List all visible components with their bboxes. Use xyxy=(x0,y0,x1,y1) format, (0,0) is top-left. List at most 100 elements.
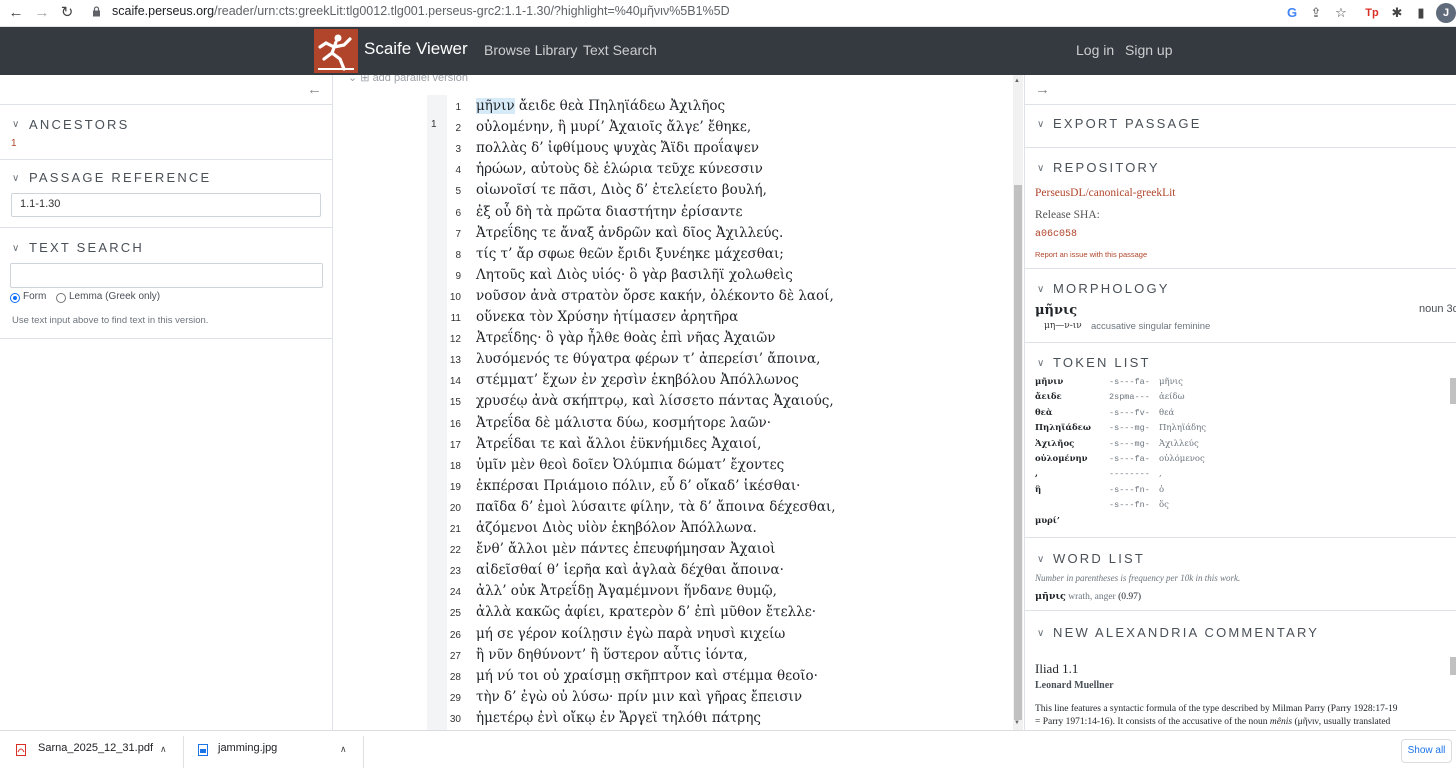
back-icon[interactable]: ← xyxy=(6,3,26,23)
token-row[interactable]: θεὰ -s---fv-θεά xyxy=(1025,408,1445,423)
line-number[interactable]: 4 xyxy=(429,165,461,176)
scaife-logo-icon[interactable] xyxy=(314,29,358,73)
chevron-up-icon[interactable]: ∧ xyxy=(340,744,347,755)
chevron-up-icon[interactable]: ∧ xyxy=(160,744,167,755)
line-number[interactable]: 17 xyxy=(429,440,461,451)
greek-line-text[interactable]: Λητοῦς καὶ Διὸς υἱός· ὃ γὰρ βασιλῆϊ χολω… xyxy=(476,267,793,283)
line-number[interactable]: 7 xyxy=(429,229,461,240)
passage-reference-heading[interactable]: PASSAGE REFERENCE xyxy=(29,170,211,185)
chevron-down-icon[interactable]: ∨ xyxy=(1037,163,1044,174)
line-number[interactable]: 19 xyxy=(429,482,461,493)
add-parallel-version[interactable]: ⌄ ⊞ add parallel version xyxy=(348,75,468,84)
greek-line-text[interactable]: ἐξ οὗ δὴ τὰ πρῶτα διαστήτην ἐρίσαντε xyxy=(476,204,743,220)
morphology-heading[interactable]: MORPHOLOGY xyxy=(1053,281,1170,296)
line-number[interactable]: 30 xyxy=(429,714,461,725)
token-row[interactable]: -s---fn-ὅς xyxy=(1025,500,1445,515)
greek-line-text[interactable]: χρυσέῳ ἀνὰ σκήπτρῳ, καὶ λίσσετο πάντας Ἀ… xyxy=(476,393,834,409)
greek-line-text[interactable]: μῆνιν ἄειδε θεὰ Πηληϊάδεω Ἀχιλῆος xyxy=(476,98,725,114)
greek-line-text[interactable]: οἰωνοῖσί τε πᾶσι, Διὸς δ’ ἐτελείετο βουλ… xyxy=(476,182,767,198)
token-list-scrollbar[interactable] xyxy=(1450,378,1456,404)
greek-line-text[interactable]: ἀλλ’ οὐκ Ἀτρεΐδῃ Ἀγαμέμνονι ἥνδανε θυμῷ, xyxy=(476,583,777,599)
line-number[interactable]: 25 xyxy=(429,608,461,619)
greek-line-text[interactable]: ἡρώων, αὐτοὺς δὲ ἑλώρια τεῦχε κύνεσσιν xyxy=(476,161,763,177)
line-number[interactable]: 23 xyxy=(429,566,461,577)
line-number[interactable]: 14 xyxy=(429,376,461,387)
collapse-right-arrow-icon[interactable]: → xyxy=(1035,81,1050,98)
greek-line-text[interactable]: ἡμετέρῳ ἐνὶ οἴκῳ ἐν Ἄργεϊ τηλόθι πάτρης xyxy=(476,710,761,726)
greek-line-text[interactable]: οὐλομένην, ἣ μυρί’ Ἀχαιοῖς ἄλγε’ ἔθηκε, xyxy=(476,119,751,135)
scroll-up-icon[interactable]: ▲ xyxy=(1014,78,1020,84)
line-number[interactable]: 12 xyxy=(429,334,461,345)
line-number[interactable]: 11 xyxy=(429,313,461,324)
signup-link[interactable]: Sign up xyxy=(1125,42,1172,58)
extension-tp-icon[interactable]: Tp xyxy=(1363,4,1381,22)
line-number[interactable]: 24 xyxy=(429,587,461,598)
token-row[interactable]: , --------, xyxy=(1025,469,1445,484)
chevron-down-icon[interactable]: ∨ xyxy=(1037,628,1044,639)
commentary-heading[interactable]: NEW ALEXANDRIA COMMENTARY xyxy=(1053,625,1319,640)
line-number[interactable]: 3 xyxy=(429,144,461,155)
show-all-button[interactable]: Show all xyxy=(1401,739,1452,763)
ancestors-heading[interactable]: ANCESTORS xyxy=(29,117,129,132)
line-number[interactable]: 15 xyxy=(429,397,461,408)
token-row[interactable]: μῆνιν -s---fa-μῆνις xyxy=(1025,377,1445,392)
greek-line-text[interactable]: πολλὰς δ’ ἰφθίμους ψυχὰς Ἄϊδι προΐαψεν xyxy=(476,140,759,156)
export-passage-heading[interactable]: EXPORT PASSAGE xyxy=(1053,116,1202,131)
share-icon[interactable]: ⇪ xyxy=(1307,4,1325,22)
line-number[interactable]: 5 xyxy=(429,186,461,197)
line-number[interactable]: 10 xyxy=(429,292,461,303)
report-issue-link[interactable]: Report an issue with this passage xyxy=(1035,250,1147,259)
line-number[interactable]: 8 xyxy=(429,250,461,261)
line-number[interactable]: 18 xyxy=(429,461,461,472)
chevron-down-icon[interactable]: ∨ xyxy=(1037,119,1044,130)
greek-line-text[interactable]: ἀλλὰ κακῶς ἀφίει, κρατερὸν δ’ ἐπὶ μῦθον … xyxy=(476,604,816,620)
brand-title[interactable]: Scaife Viewer xyxy=(364,39,468,59)
reload-icon[interactable]: ↻ xyxy=(57,3,77,23)
passage-reference-input[interactable]: 1.1-1.30 xyxy=(11,193,321,217)
greek-line-text[interactable]: μή σε γέρον κοίλῃσιν ἐγὼ παρὰ νηυσὶ κιχε… xyxy=(476,626,785,642)
collapse-left-arrow-icon[interactable]: ← xyxy=(307,81,322,98)
greek-line-text[interactable]: στέμματ’ ἔχων ἐν χερσὶν ἑκηβόλου Ἀπόλλων… xyxy=(476,372,799,388)
greek-line-text[interactable]: μή νύ τοι οὐ χραίσμῃ σκῆπτρον καὶ στέμμα… xyxy=(476,668,818,684)
greek-line-text[interactable]: οὕνεκα τὸν Χρύσην ἠτίμασεν ἀρητῆρα xyxy=(476,309,738,325)
chevron-down-icon[interactable]: ∨ xyxy=(1037,554,1044,565)
lock-icon[interactable] xyxy=(92,6,101,17)
line-number[interactable]: 21 xyxy=(429,524,461,535)
line-number[interactable]: 9 xyxy=(429,271,461,282)
extensions-icon[interactable]: ✱ xyxy=(1388,4,1406,22)
google-icon[interactable]: G xyxy=(1283,4,1301,22)
greek-line-text[interactable]: τὴν δ’ ἐγὼ οὐ λύσω· πρίν μιν καὶ γῆρας ἔ… xyxy=(476,689,802,705)
sidepanel-icon[interactable]: ▮ xyxy=(1412,4,1430,22)
greek-line-text[interactable]: ὑμῖν μὲν θεοὶ δοῖεν Ὀλύμπια δώματ’ ἔχοντ… xyxy=(476,457,784,473)
line-number[interactable]: 16 xyxy=(429,419,461,430)
token-list-heading[interactable]: TOKEN LIST xyxy=(1053,355,1151,370)
greek-line-text[interactable]: Ἀτρεΐδα δὲ μάλιστα δύω, κοσμήτορε λαῶν· xyxy=(476,415,771,431)
nav-browse-library[interactable]: Browse Library xyxy=(484,42,577,58)
chevron-down-icon[interactable]: ∨ xyxy=(12,243,19,254)
chevron-down-icon[interactable]: ∨ xyxy=(12,173,19,184)
greek-line-text[interactable]: αἰδεῖσθαί θ’ ἱερῆα καὶ ἀγλαὰ δέχθαι ἄποι… xyxy=(476,562,784,578)
star-icon[interactable]: ☆ xyxy=(1332,4,1350,22)
greek-line-text[interactable]: Ἀτρεΐδης· ὃ γὰρ ἦλθε θοὰς ἐπὶ νῆας Ἀχαιῶ… xyxy=(476,330,775,346)
line-number[interactable]: 26 xyxy=(429,630,461,641)
text-search-heading[interactable]: TEXT SEARCH xyxy=(29,240,144,255)
line-number[interactable]: 13 xyxy=(429,355,461,366)
token-row[interactable]: ἄειδε 2spma--- ἀείδω xyxy=(1025,392,1445,407)
profile-avatar[interactable]: J xyxy=(1436,3,1456,23)
greek-line-text[interactable]: Ἀτρεΐδης τε ἄναξ ἀνδρῶν καὶ δῖος Ἀχιλλεύ… xyxy=(476,225,783,241)
repository-heading[interactable]: REPOSITORY xyxy=(1053,160,1160,175)
repository-link[interactable]: PerseusDL/canonical-greekLit xyxy=(1035,187,1176,199)
nav-text-search[interactable]: Text Search xyxy=(583,42,657,58)
chevron-down-icon[interactable]: ∨ xyxy=(1037,284,1044,295)
token-row[interactable]: Πηληϊάδεω -s---mg- Πηληϊάδης xyxy=(1025,423,1445,438)
scroll-down-icon[interactable]: ▼ xyxy=(1014,720,1020,726)
greek-line-text[interactable]: παῖδα δ’ ἐμοὶ λύσαιτε φίλην, τὰ δ’ ἄποιν… xyxy=(476,499,836,515)
commentary-scrollbar[interactable] xyxy=(1450,657,1456,675)
token-row[interactable]: οὐλομένην -s---fa-οὐλόμενος xyxy=(1025,454,1445,469)
line-number[interactable]: 28 xyxy=(429,672,461,683)
line-number[interactable]: 27 xyxy=(429,651,461,662)
forward-icon[interactable]: → xyxy=(32,3,52,23)
word-list-entry[interactable]: μῆνις wrath, anger (0.97) xyxy=(1035,591,1141,602)
word-list-heading[interactable]: WORD LIST xyxy=(1053,551,1145,566)
token-row[interactable]: Ἀχιλῆος -s---mg- Ἀχιλλεύς xyxy=(1025,439,1445,454)
